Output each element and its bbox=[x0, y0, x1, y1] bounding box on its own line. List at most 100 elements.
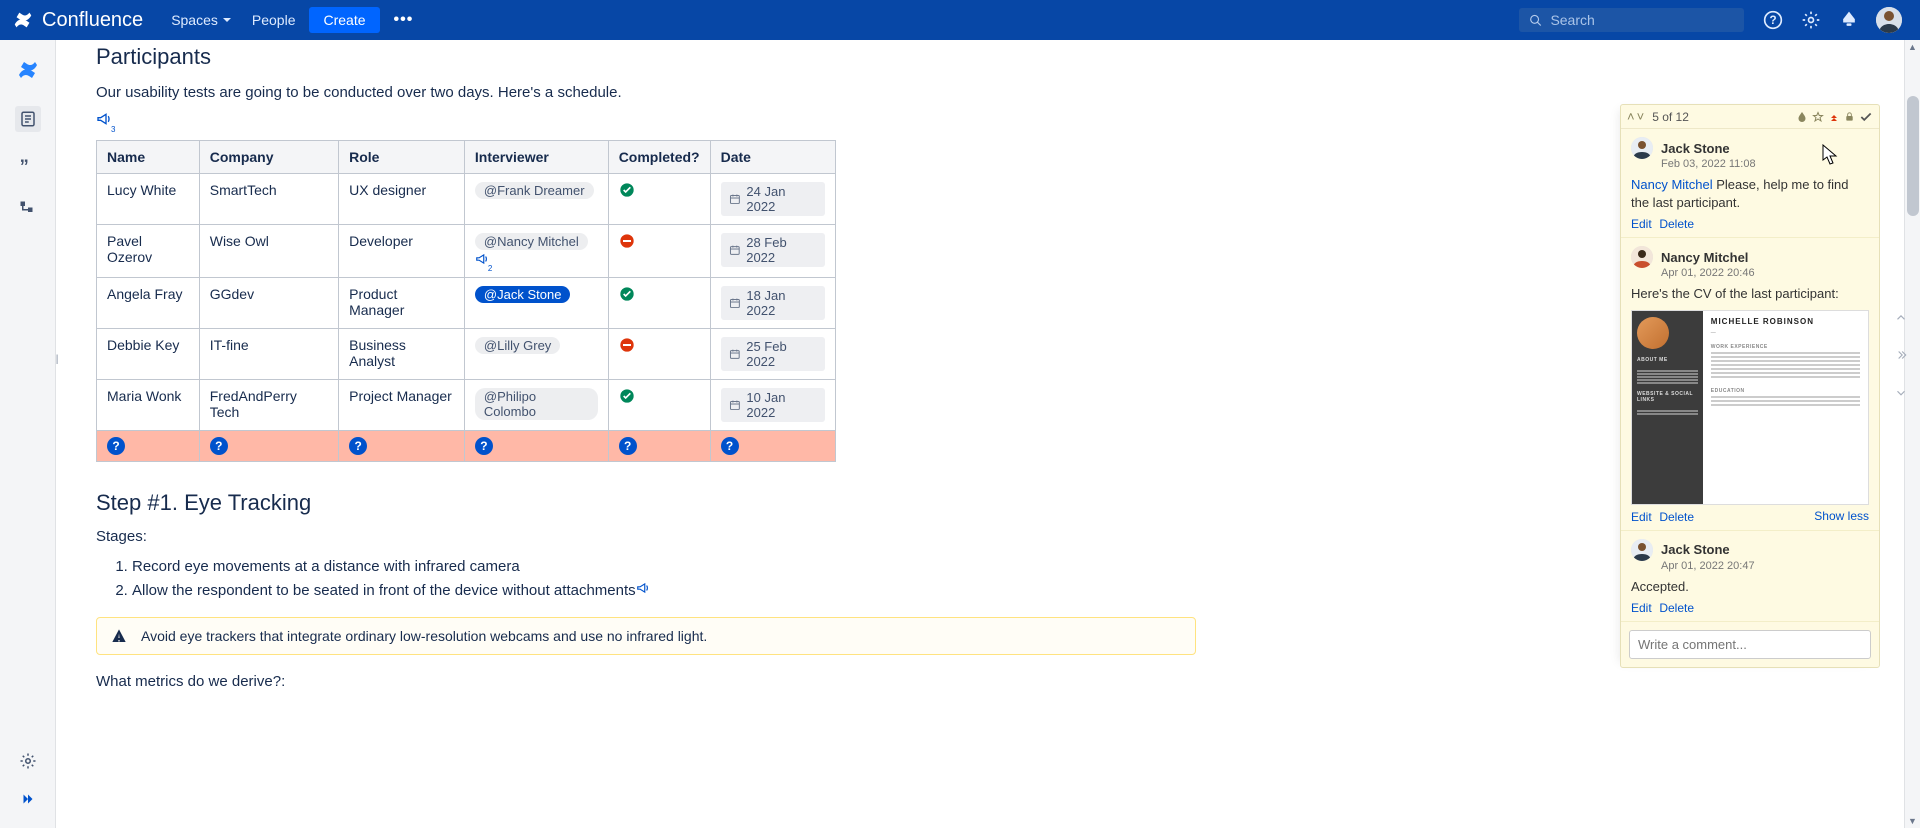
comment-author[interactable]: Jack Stone bbox=[1661, 141, 1730, 156]
check-icon bbox=[619, 182, 635, 198]
mention[interactable]: @Lilly Grey bbox=[475, 337, 560, 354]
comment-item: Jack Stone Feb 03, 2022 11:08 Nancy Mitc… bbox=[1621, 129, 1879, 238]
stage-item: Allow the respondent to be seated in fro… bbox=[132, 579, 1880, 603]
cell-completed bbox=[608, 380, 710, 431]
drop-icon[interactable] bbox=[1796, 111, 1808, 123]
check-icon bbox=[619, 388, 635, 404]
cell-completed bbox=[608, 278, 710, 329]
megaphone-icon[interactable]: 2 bbox=[475, 252, 493, 266]
comment-actions: Edit Delete bbox=[1631, 600, 1869, 615]
mention-highlighted[interactable]: @Jack Stone bbox=[475, 286, 571, 303]
help-icon[interactable]: ? bbox=[107, 437, 125, 455]
intro-text: Our usability tests are going to be cond… bbox=[96, 84, 1880, 101]
rail-quote-icon[interactable]: ” bbox=[18, 156, 38, 176]
table-help-row: ? ? ? ? ? ? bbox=[97, 431, 836, 462]
comment-edit[interactable]: Edit bbox=[1631, 601, 1652, 615]
help-icon[interactable]: ? bbox=[475, 437, 493, 455]
help-icon[interactable]: ? bbox=[349, 437, 367, 455]
th-company: Company bbox=[199, 141, 338, 174]
cell-role: Project Manager bbox=[339, 380, 465, 431]
mention[interactable]: @Philipo Colombo bbox=[475, 388, 598, 420]
comment-scroll-down[interactable] bbox=[1894, 386, 1908, 400]
scroll-thumb[interactable] bbox=[1907, 96, 1919, 216]
cell-company: IT-fine bbox=[199, 329, 338, 380]
comment-delete[interactable]: Delete bbox=[1659, 217, 1694, 231]
scroll-arrow-down-icon[interactable]: ▼ bbox=[1908, 816, 1917, 826]
comment-show-less[interactable]: Show less bbox=[1814, 509, 1869, 523]
th-date: Date bbox=[710, 141, 835, 174]
vertical-scrollbar[interactable]: ▲ ▼ bbox=[1904, 40, 1920, 828]
comment-edit[interactable]: Edit bbox=[1631, 510, 1652, 524]
inline-comment-panel: ˄ ˅ 5 of 12 Jack Stone Feb 03, 2022 11:0… bbox=[1620, 104, 1880, 668]
svg-text:”: ” bbox=[19, 156, 28, 176]
rail-tree-icon[interactable] bbox=[19, 200, 37, 218]
search-icon bbox=[1529, 13, 1542, 28]
comment-scroll-up[interactable] bbox=[1894, 310, 1908, 324]
rail-page-icon[interactable] bbox=[15, 106, 41, 132]
comment-actions: Edit Delete bbox=[1631, 216, 1869, 231]
cell-role: Developer bbox=[339, 225, 465, 278]
megaphone-icon[interactable]: 3 bbox=[96, 111, 116, 127]
rail-settings-icon[interactable] bbox=[19, 752, 37, 770]
comment-carousel-next[interactable] bbox=[1894, 348, 1908, 362]
more-menu-button[interactable]: ••• bbox=[384, 7, 424, 33]
help-button[interactable]: ? bbox=[1754, 4, 1792, 36]
cell-role: Business Analyst bbox=[339, 329, 465, 380]
cell-date: 10 Jan 2022 bbox=[710, 380, 835, 431]
comment-avatar bbox=[1631, 539, 1653, 561]
notifications-button[interactable] bbox=[1830, 4, 1868, 36]
comment-side-nav bbox=[1894, 310, 1908, 400]
comment-body: Accepted. bbox=[1631, 578, 1869, 596]
star-icon[interactable] bbox=[1812, 111, 1824, 123]
left-rail: ” bbox=[0, 40, 56, 828]
megaphone-icon[interactable] bbox=[636, 581, 650, 595]
nav-people[interactable]: People bbox=[242, 6, 306, 34]
cv-attachment-thumb[interactable]: ABOUT ME WEBSITE & SOCIAL LINKS MICHELLE… bbox=[1631, 310, 1869, 505]
nav-spaces[interactable]: Spaces bbox=[161, 6, 242, 34]
table-row: Angela Fray GGdev Product Manager @Jack … bbox=[97, 278, 836, 329]
mention[interactable]: @Nancy Mitchel bbox=[475, 233, 588, 250]
comment-input[interactable] bbox=[1629, 630, 1871, 659]
comment-next[interactable]: ˅ bbox=[1637, 109, 1645, 124]
comment-author[interactable]: Jack Stone bbox=[1661, 542, 1730, 557]
comment-avatar bbox=[1631, 246, 1653, 268]
comment-avatar bbox=[1631, 137, 1653, 159]
metrics-question: What metrics do we derive?: bbox=[96, 673, 1880, 690]
help-icon[interactable]: ? bbox=[619, 437, 637, 455]
settings-button[interactable] bbox=[1792, 4, 1830, 36]
brand-name: Confluence bbox=[42, 9, 143, 32]
mention[interactable]: @Frank Dreamer bbox=[475, 182, 594, 199]
date-chip: 10 Jan 2022 bbox=[721, 388, 825, 422]
table-row: Maria Wonk FredAndPerry Tech Project Man… bbox=[97, 380, 836, 431]
calendar-icon bbox=[729, 399, 741, 411]
resolve-icon[interactable] bbox=[1859, 110, 1873, 124]
help-icon[interactable]: ? bbox=[721, 437, 739, 455]
warning-icon bbox=[111, 628, 127, 644]
comment-date: Apr 01, 2022 20:46 bbox=[1661, 267, 1869, 279]
rail-expand-icon[interactable] bbox=[19, 790, 37, 808]
search-box[interactable] bbox=[1519, 8, 1744, 32]
user-avatar[interactable] bbox=[1876, 7, 1902, 33]
comment-mention[interactable]: Nancy Mitchel bbox=[1631, 177, 1713, 192]
scroll-arrow-up-icon[interactable]: ▲ bbox=[1908, 42, 1917, 52]
cell-interviewer: @Frank Dreamer bbox=[464, 174, 608, 225]
comment-input-wrap bbox=[1629, 630, 1871, 659]
help-icon[interactable]: ? bbox=[210, 437, 228, 455]
comment-delete[interactable]: Delete bbox=[1659, 601, 1694, 615]
create-button[interactable]: Create bbox=[309, 7, 379, 33]
search-input[interactable] bbox=[1550, 12, 1734, 28]
brand[interactable]: Confluence bbox=[12, 9, 143, 32]
comment-body: Nancy Mitchel Please, help me to find th… bbox=[1631, 176, 1869, 212]
comment-author[interactable]: Nancy Mitchel bbox=[1661, 250, 1748, 265]
avatar-icon bbox=[1876, 7, 1902, 33]
comment-delete[interactable]: Delete bbox=[1659, 510, 1694, 524]
cell-name: Lucy White bbox=[97, 174, 200, 225]
cell-date: 28 Feb 2022 bbox=[710, 225, 835, 278]
comment-prev[interactable]: ˄ bbox=[1627, 109, 1635, 124]
priority-icon[interactable] bbox=[1828, 111, 1840, 123]
check-icon bbox=[619, 286, 635, 302]
comment-edit[interactable]: Edit bbox=[1631, 217, 1652, 231]
rail-confluence-icon[interactable] bbox=[16, 58, 40, 82]
lock-icon[interactable] bbox=[1844, 111, 1855, 122]
cell-company: FredAndPerry Tech bbox=[199, 380, 338, 431]
